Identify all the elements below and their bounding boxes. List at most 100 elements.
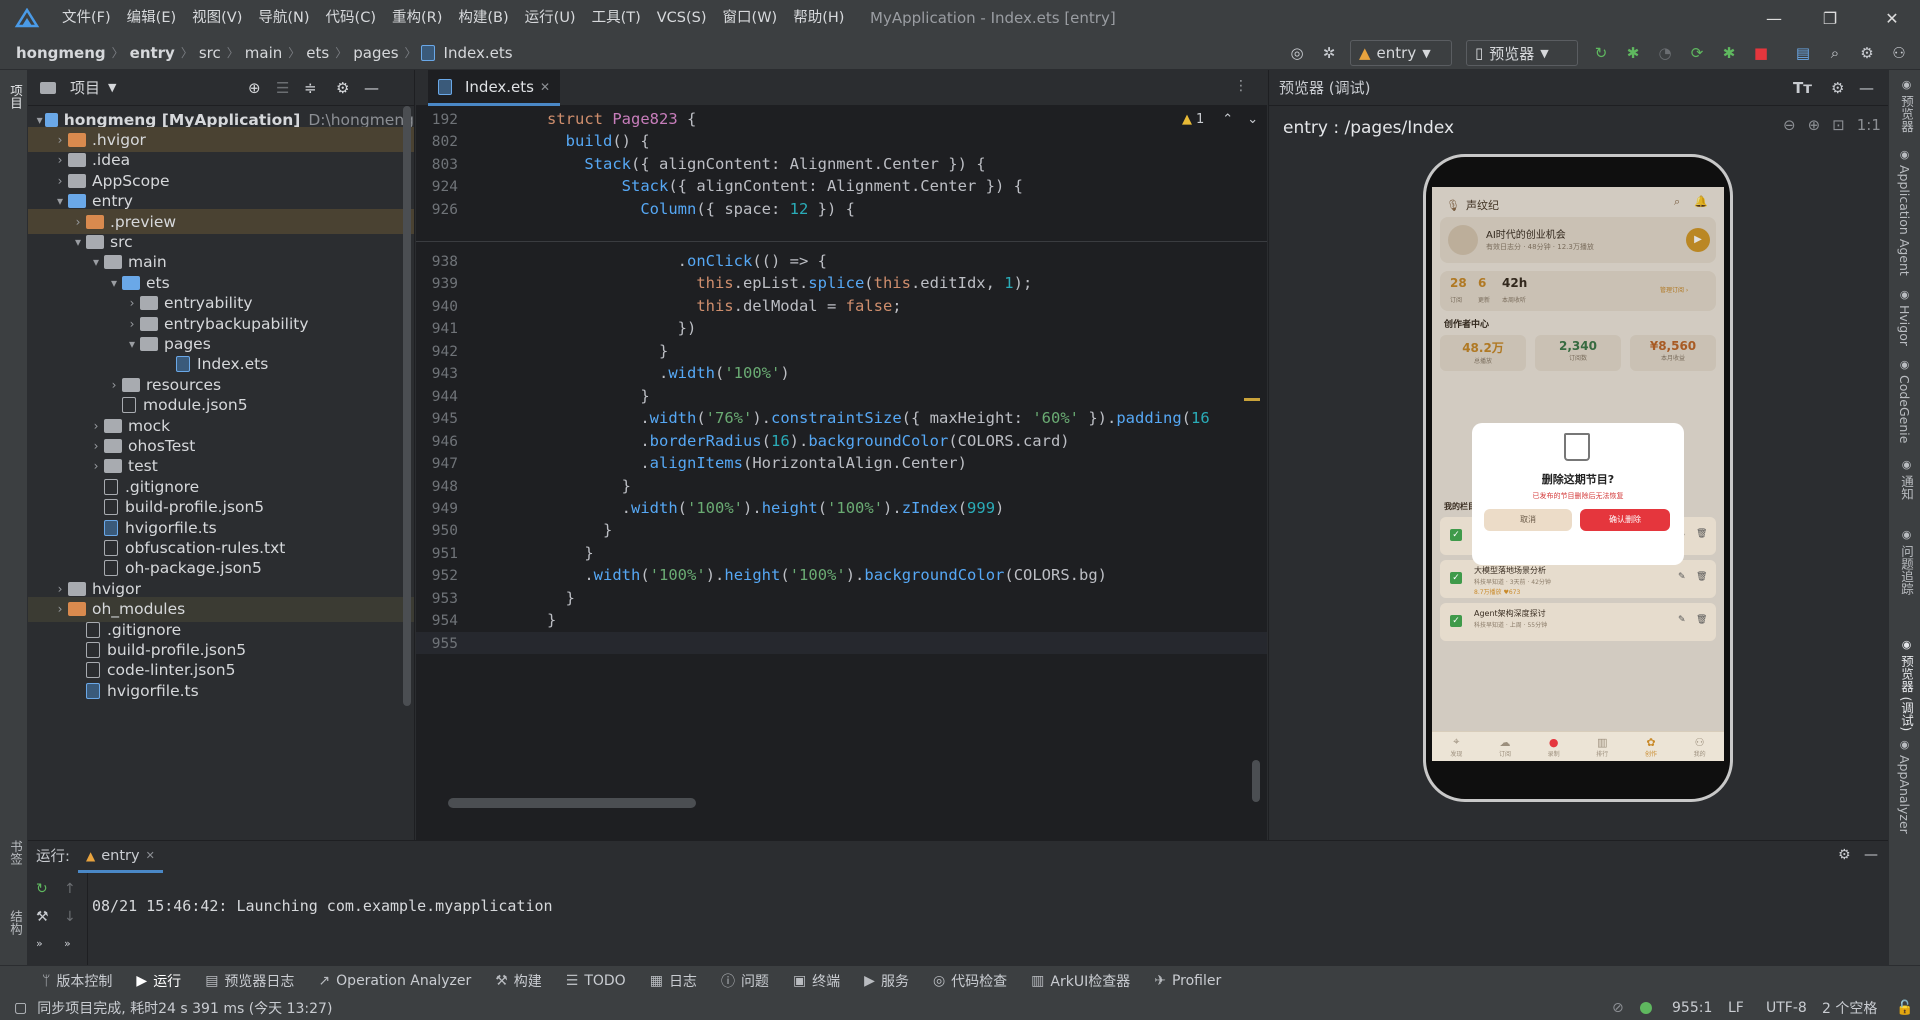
chevron-down-icon[interactable]: ▾ <box>88 255 104 269</box>
code-line[interactable]: .width('76%').constraintSize({ maxHeight… <box>547 409 1209 427</box>
gear-icon[interactable]: ⚙ <box>1856 42 1878 64</box>
tool-window-button[interactable]: ᛘ 版本控制 <box>30 971 124 991</box>
code-line[interactable]: Stack({ alignContent: Alignment.Center }… <box>547 155 985 173</box>
rerun-icon[interactable]: ↻ <box>36 881 48 897</box>
tool-window-button[interactable]: ⓘ 问题 <box>709 971 781 991</box>
episode-card[interactable]: ✓ Agent架构深度探讨 科技早知道 · 上周 · 55分钟 ✎ 🗑 <box>1440 603 1716 641</box>
right-tab[interactable]: ◉ Hvigor <box>1897 288 1912 346</box>
tool-window-button[interactable]: ⚒ 构建 <box>483 971 554 991</box>
trash-icon[interactable]: 🗑 <box>1696 572 1707 582</box>
readonly-icon[interactable]: ⊘ <box>1612 1000 1624 1016</box>
expand-all-icon[interactable]: ☰ <box>276 79 289 97</box>
right-tab[interactable]: ◉ AppAnalyzer <box>1897 738 1912 834</box>
chevron-right-icon[interactable]: › <box>88 419 104 433</box>
breadcrumb-item[interactable]: entry <box>128 44 177 62</box>
breadcrumb-item[interactable]: src <box>197 44 223 62</box>
chevron-up-icon[interactable]: ⌃ <box>1222 112 1233 127</box>
breadcrumb-item[interactable]: ets <box>304 44 331 62</box>
menu-tools[interactable]: 工具(T) <box>584 0 649 36</box>
profile-icon[interactable]: ◔ <box>1654 42 1676 64</box>
line-separator[interactable]: LF <box>1728 1000 1744 1016</box>
wrench-icon[interactable]: ⚒ <box>36 909 49 925</box>
chevron-right-icon[interactable]: › <box>70 215 86 229</box>
menu-run[interactable]: 运行(U) <box>517 0 584 36</box>
trash-icon[interactable]: 🗑 <box>1696 615 1707 625</box>
maximize-button[interactable]: ❐ <box>1802 0 1858 36</box>
code-line[interactable]: Stack({ alignContent: Alignment.Center }… <box>547 177 1023 195</box>
app-tab-item[interactable]: ⌖ 发现 <box>1450 735 1462 758</box>
breadcrumb-item[interactable]: Index.ets <box>442 44 515 62</box>
checkbox-icon[interactable]: ✓ <box>1450 572 1462 584</box>
run-tab-entry[interactable]: ▲ entry ✕ <box>78 841 163 873</box>
bug-icon[interactable]: ✲ <box>1318 42 1340 64</box>
code-line[interactable]: .alignItems(HorizontalAlign.Center) <box>547 454 967 472</box>
gear-icon[interactable]: ⚙ <box>1831 79 1844 97</box>
menu-edit[interactable]: 编辑(E) <box>119 0 184 36</box>
chevron-right-icon[interactable]: › <box>52 174 68 188</box>
tool-window-button[interactable]: ↗ Operation Analyzer <box>306 973 483 989</box>
attach-debugger-icon[interactable]: ✱ <box>1718 42 1740 64</box>
chevron-right-icon[interactable]: › <box>52 582 68 596</box>
more-icon[interactable]: » <box>36 937 43 950</box>
close-icon[interactable]: ✕ <box>540 80 550 94</box>
tool-window-button[interactable]: ▥ ArkUI检查器 <box>1019 971 1142 991</box>
confirm-delete-button[interactable]: 确认删除 <box>1580 509 1670 531</box>
code-line[interactable]: } <box>547 477 631 495</box>
code-line[interactable]: .onClick(() => { <box>547 252 827 270</box>
code-line[interactable]: } <box>547 589 575 607</box>
toggle-panels-icon[interactable]: ▢ <box>14 1000 27 1016</box>
breadcrumb-item[interactable]: pages <box>351 44 400 62</box>
right-tab[interactable]: ◉ Application Agent <box>1897 148 1912 276</box>
menu-window[interactable]: 窗口(W) <box>715 0 786 36</box>
file-encoding[interactable]: UTF-8 <box>1766 1000 1807 1016</box>
inspection-widget[interactable]: ▲ 1 ⌃ ⌄ <box>1182 112 1258 127</box>
tool-window-button[interactable]: ▶ 运行 <box>124 971 193 991</box>
vertical-scrollbar[interactable] <box>1252 760 1260 802</box>
cancel-button[interactable]: 取消 <box>1484 509 1572 531</box>
locate-icon[interactable]: ⊕ <box>248 79 261 97</box>
run-config-select[interactable]: ▲ entry ▼ <box>1350 40 1452 66</box>
tab-bookmarks[interactable]: 书签 <box>6 840 25 865</box>
code-line[interactable]: .width('100%') <box>547 364 790 382</box>
menu-help[interactable]: 帮助(H) <box>785 0 852 36</box>
tool-window-button[interactable]: ▣ 终端 <box>781 971 852 991</box>
edit-icon[interactable]: ✎ <box>1678 615 1686 625</box>
project-view-select[interactable]: 项目 <box>70 77 100 98</box>
collapse-all-icon[interactable]: ≑ <box>304 79 317 97</box>
apply-changes-icon[interactable]: ⟳ <box>1686 42 1708 64</box>
chevron-down-icon[interactable]: ▾ <box>106 276 122 290</box>
font-size-icon[interactable]: Tт <box>1793 79 1812 97</box>
code-line[interactable]: build() { <box>547 132 650 150</box>
menu-navigate[interactable]: 导航(N) <box>250 0 317 36</box>
arrow-down-icon[interactable]: ↓ <box>64 909 76 925</box>
tool-window-button[interactable]: ☰ TODO <box>554 973 638 989</box>
code-line[interactable]: }) <box>547 319 697 337</box>
menu-code[interactable]: 代码(C) <box>318 0 384 36</box>
zoom-in-icon[interactable]: ⊕ <box>1808 116 1821 134</box>
edit-icon[interactable]: ✎ <box>1678 572 1686 582</box>
tool-window-button[interactable]: ▤ 预览器日志 <box>193 971 306 991</box>
project-structure-icon[interactable]: ▤ <box>1792 42 1814 64</box>
gear-icon[interactable]: ⚙ <box>1838 847 1851 863</box>
sticky-scroll-header[interactable]: 192 struct Page823 {802 build() {803 Stac… <box>416 106 1267 242</box>
chevron-right-icon[interactable]: › <box>88 439 104 453</box>
close-window-button[interactable]: ✕ <box>1864 0 1920 36</box>
status-ok-icon[interactable] <box>1640 1002 1652 1014</box>
tool-window-button[interactable]: ✈ Profiler <box>1142 973 1233 989</box>
code-line[interactable]: .borderRadius(16).backgroundColor(COLORS… <box>547 432 1069 450</box>
tool-window-button[interactable]: ▶ 服务 <box>852 971 921 991</box>
app-tab-item[interactable]: ✿ 创作 <box>1645 736 1657 758</box>
chevron-right-icon[interactable]: › <box>124 296 140 310</box>
code-line[interactable]: } <box>547 387 649 405</box>
right-tab[interactable]: ◉ 通知 <box>1897 458 1916 500</box>
chevron-down-icon[interactable]: ▾ <box>34 113 45 127</box>
tab-project[interactable]: 项目 <box>6 84 25 109</box>
chevron-right-icon[interactable]: › <box>88 459 104 473</box>
code-line[interactable]: this.delModal = false; <box>547 297 901 315</box>
device-select[interactable]: ▯ 预览器 ▼ <box>1466 40 1578 66</box>
fit-screen-icon[interactable]: ⊡ <box>1832 116 1845 134</box>
chevron-right-icon[interactable]: › <box>106 378 122 392</box>
app-tab-item[interactable]: ▥ 排行 <box>1596 736 1608 758</box>
tool-window-button[interactable]: ▦ 日志 <box>638 971 709 991</box>
menu-file[interactable]: 文件(F) <box>54 0 119 36</box>
